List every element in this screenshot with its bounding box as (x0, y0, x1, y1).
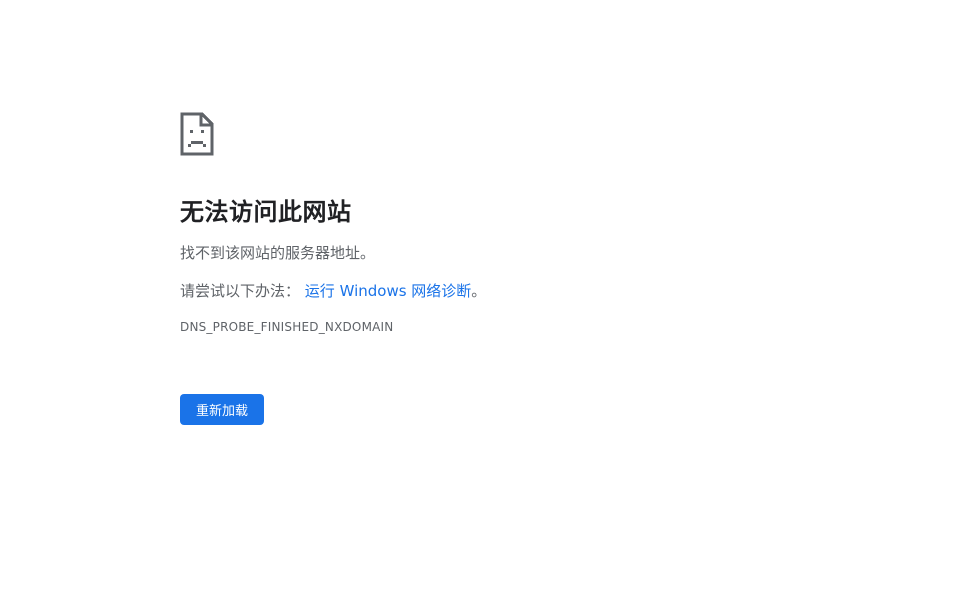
error-hint: 请尝试以下办法： 运行 Windows 网络诊断。 (180, 280, 780, 302)
hint-suffix: 。 (471, 282, 487, 300)
error-title: 无法访问此网站 (180, 198, 352, 226)
hint-prefix: 请尝试以下办法： (180, 282, 301, 300)
error-code: DNS_PROBE_FINISHED_NXDOMAIN (180, 320, 394, 334)
error-description: 找不到该网站的服务器地址。 (180, 244, 376, 262)
error-content: 无法访问此网站 找不到该网站的服务器地址。 请尝试以下办法： 运行 Window… (180, 112, 780, 425)
error-page: 无法访问此网站 找不到该网站的服务器地址。 请尝试以下办法： 运行 Window… (0, 0, 960, 600)
reload-button[interactable]: 重新加载 (180, 394, 265, 425)
network-diagnostics-link[interactable]: 运行 Windows 网络诊断 (305, 282, 472, 300)
sad-page-icon (180, 112, 214, 156)
